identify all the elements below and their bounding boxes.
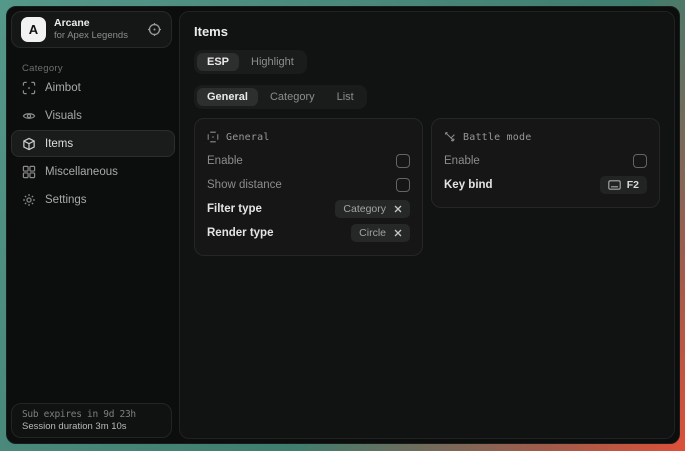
mode-tab-group: ESP Highlight — [194, 50, 307, 74]
setting-row-enable: Enable — [444, 149, 647, 173]
tab-category[interactable]: Category — [260, 88, 325, 106]
crosshair-frame-icon — [207, 131, 219, 143]
battle-enable-checkbox[interactable] — [633, 154, 647, 168]
sidebar-item-label: Miscellaneous — [45, 166, 118, 178]
grid-icon — [22, 165, 36, 179]
box-icon — [22, 137, 36, 151]
keyboard-icon — [608, 180, 621, 190]
subscription-info: Sub expires in 9d 23h Session duration 3… — [11, 403, 172, 438]
page-title: Items — [194, 24, 660, 39]
selected-value: Category — [343, 203, 386, 215]
gear-icon — [22, 193, 36, 207]
setting-label: Filter type — [207, 203, 262, 215]
tab-general[interactable]: General — [197, 88, 258, 106]
eye-icon — [22, 109, 36, 123]
selected-value: Circle — [359, 227, 386, 239]
session-duration-text: Session duration 3m 10s — [22, 421, 161, 432]
sidebar-item-label: Settings — [45, 194, 87, 206]
sidebar-item-label: Aimbot — [45, 82, 81, 94]
battle-mode-card: Battle mode Enable Key bind — [431, 118, 660, 208]
setting-row-key-bind: Key bind F2 — [444, 173, 647, 197]
setting-row-filter-type: Filter type Category — [207, 197, 410, 221]
tab-esp[interactable]: ESP — [197, 53, 239, 71]
setting-label: Show distance — [207, 179, 282, 191]
key-bind-value: F2 — [627, 179, 639, 191]
sidebar-item-label: Items — [45, 138, 73, 150]
sidebar-item-label: Visuals — [45, 110, 82, 122]
sub-expiry-text: Sub expires in 9d 23h — [22, 409, 161, 420]
setting-label: Render type — [207, 227, 273, 239]
setting-row-render-type: Render type Circle — [207, 221, 410, 245]
tab-list[interactable]: List — [327, 88, 364, 106]
brand-card: A Arcane for Apex Legends — [11, 11, 172, 48]
sidebar-nav: Aimbot Visuals Items — [11, 74, 175, 214]
clear-icon[interactable] — [394, 205, 402, 213]
render-type-select[interactable]: Circle — [351, 224, 410, 242]
app-subtitle: for Apex Legends — [54, 30, 139, 42]
setting-row-show-distance: Show distance — [207, 173, 410, 197]
focus-frame-icon — [22, 81, 36, 95]
setting-label: Enable — [207, 155, 243, 167]
app-name: Arcane — [54, 17, 139, 30]
clear-icon[interactable] — [394, 229, 402, 237]
sidebar-item-miscellaneous[interactable]: Miscellaneous — [11, 158, 175, 185]
main-panel: Items ESP Highlight General Category Lis… — [179, 11, 675, 439]
sub-tab-group: General Category List — [194, 85, 367, 109]
tab-highlight[interactable]: Highlight — [241, 53, 304, 71]
setting-row-enable: Enable — [207, 149, 410, 173]
show-distance-checkbox[interactable] — [396, 178, 410, 192]
sidebar: A Arcane for Apex Legends Category — [7, 7, 179, 443]
key-bind-button[interactable]: F2 — [600, 176, 647, 194]
category-label: Category — [22, 63, 63, 74]
card-title: Battle mode — [463, 132, 531, 143]
enable-checkbox[interactable] — [396, 154, 410, 168]
setting-label: Key bind — [444, 179, 493, 191]
sidebar-item-items[interactable]: Items — [11, 130, 175, 157]
app-window: A Arcane for Apex Legends Category — [6, 6, 680, 444]
filter-type-select[interactable]: Category — [335, 200, 410, 218]
setting-label: Enable — [444, 155, 480, 167]
sidebar-item-settings[interactable]: Settings — [11, 186, 175, 213]
swords-icon — [444, 131, 456, 143]
app-logo: A — [21, 17, 46, 42]
general-settings-card: General Enable Show distance Filter type… — [194, 118, 423, 256]
card-title: General — [226, 132, 270, 143]
sidebar-item-visuals[interactable]: Visuals — [11, 102, 175, 129]
target-icon[interactable] — [147, 22, 162, 37]
sidebar-item-aimbot[interactable]: Aimbot — [11, 74, 175, 101]
